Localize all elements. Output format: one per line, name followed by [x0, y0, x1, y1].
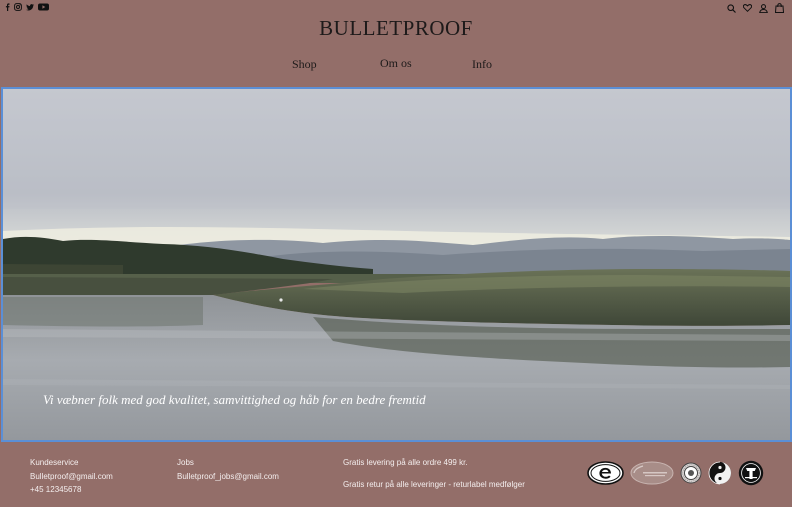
user-icon[interactable] — [759, 3, 768, 13]
footer-shipping: Gratis levering på alle ordre 499 kr. Gr… — [343, 456, 525, 491]
jobs-title: Jobs — [177, 458, 194, 467]
yin-yang-icon — [708, 461, 732, 490]
footer-customer-service: Kundeservice Bulletproof@gmail.com +45 1… — [30, 456, 113, 497]
hero-tagline: Vi væbner folk med god kvalitet, samvitt… — [43, 392, 426, 407]
youtube-icon[interactable] — [38, 3, 49, 11]
hero-banner: Vi væbner folk med god kvalitet, samvitt… — [1, 87, 792, 442]
customer-service-email[interactable]: Bulletproof@gmail.com — [30, 470, 113, 484]
nav-item-info[interactable]: Info — [472, 57, 492, 72]
customer-service-phone[interactable]: +45 12345678 — [30, 483, 113, 497]
hero-landscape-image — [3, 89, 790, 440]
bag-icon[interactable] — [775, 3, 784, 13]
e-label-icon — [587, 461, 624, 490]
twitter-icon[interactable] — [26, 3, 34, 11]
customer-service-title: Kundeservice — [30, 458, 79, 467]
page: BULLETPROOF Shop Om os Info Vi væbner fo… — [0, 0, 792, 507]
free-return-text: Gratis retur på alle leveringer - returl… — [343, 479, 525, 489]
certification-badges — [587, 460, 764, 491]
jobs-email[interactable]: Bulletproof_jobs@gmail.com — [177, 470, 279, 484]
global-recycled-standard-icon — [630, 461, 674, 490]
brand-logo[interactable]: BULLETPROOF — [0, 16, 792, 41]
fairtrade-icon — [738, 460, 764, 491]
heart-icon[interactable] — [743, 4, 752, 12]
certification-seal-icon — [680, 462, 702, 489]
nav-item-om-os[interactable]: Om os — [380, 56, 412, 71]
footer-jobs: Jobs Bulletproof_jobs@gmail.com — [177, 456, 279, 483]
main-nav: Shop Om os Info — [0, 56, 792, 73]
nav-item-shop[interactable]: Shop — [292, 57, 317, 72]
header-tools — [727, 3, 784, 13]
social-links — [5, 3, 49, 11]
free-delivery-text: Gratis levering på alle ordre 499 kr. — [343, 458, 468, 467]
search-icon[interactable] — [727, 3, 736, 13]
instagram-icon[interactable] — [14, 3, 22, 11]
facebook-icon[interactable] — [5, 3, 10, 11]
